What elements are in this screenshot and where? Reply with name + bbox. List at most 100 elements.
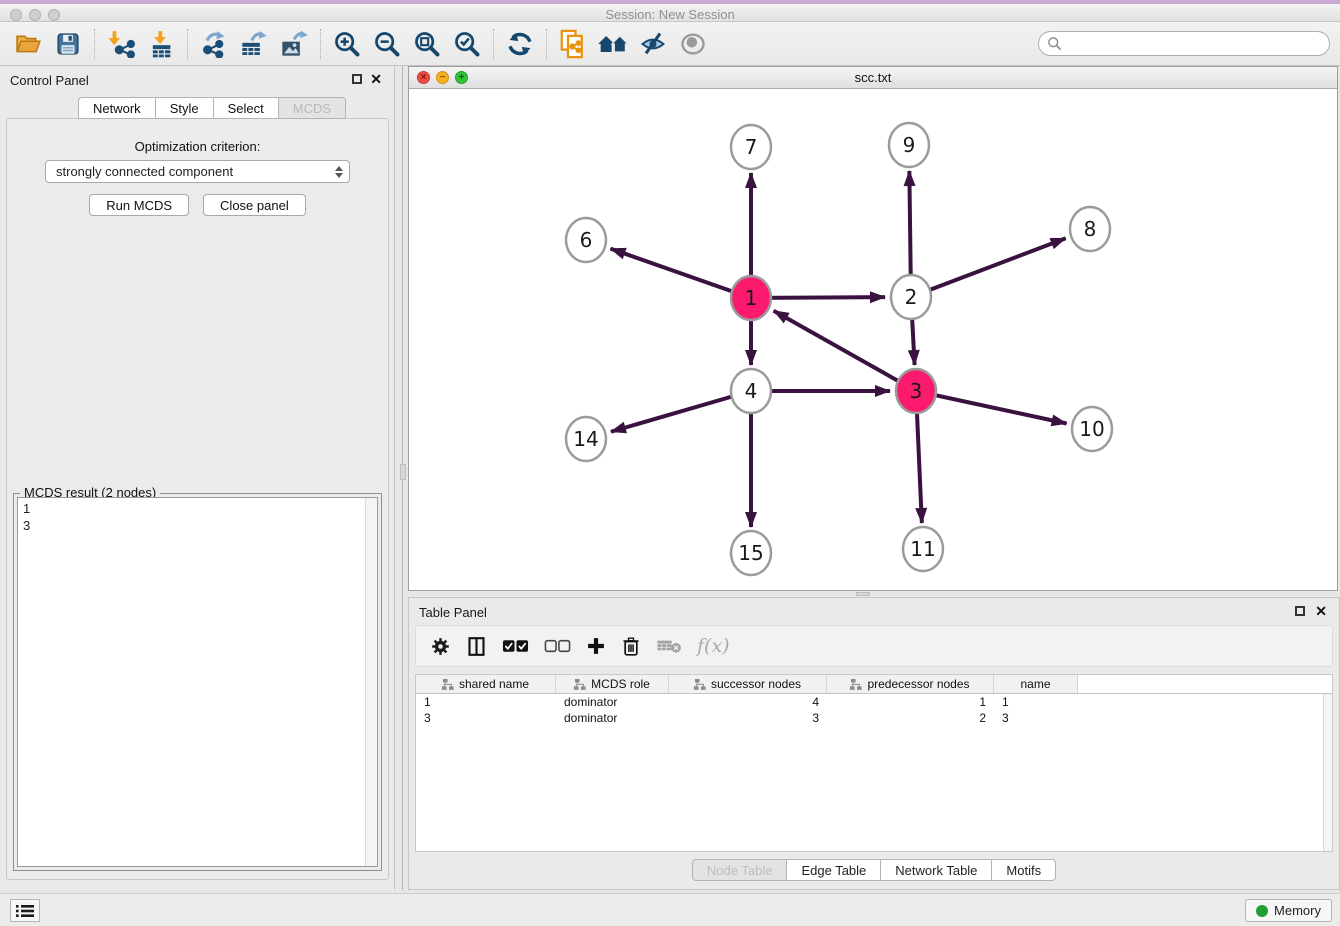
- tab-select[interactable]: Select: [213, 97, 278, 119]
- run-mcds-button[interactable]: Run MCDS: [89, 194, 189, 216]
- home-layout-button[interactable]: [593, 26, 633, 62]
- cell-shared-name[interactable]: 1: [416, 694, 556, 710]
- cell-predecessor-nodes[interactable]: 2: [827, 710, 994, 726]
- table-scrollbar[interactable]: [1323, 694, 1332, 851]
- network-window-titlebar[interactable]: × − + scc.txt: [409, 67, 1337, 89]
- node-table: shared name MCDS role successor nodes pr…: [415, 674, 1333, 852]
- tab-style[interactable]: Style: [155, 97, 213, 119]
- close-panel-button[interactable]: Close panel: [203, 194, 306, 216]
- delete-column-icon: [621, 636, 641, 657]
- tab-motifs[interactable]: Motifs: [991, 859, 1056, 881]
- zoom-in-button[interactable]: [327, 26, 367, 62]
- graph-node-8[interactable]: 8: [1070, 207, 1110, 251]
- table-panel: Table Panel ✕: [408, 597, 1340, 890]
- table-header-row: shared name MCDS role successor nodes pr…: [416, 675, 1332, 694]
- memory-button[interactable]: Memory: [1245, 899, 1332, 922]
- export-network-button[interactable]: [194, 26, 234, 62]
- list-icon: [16, 904, 34, 918]
- table-row[interactable]: 3 dominator 3 2 3: [416, 710, 1332, 726]
- column-header-successor-nodes[interactable]: successor nodes: [669, 675, 827, 693]
- search-box[interactable]: [1038, 31, 1330, 56]
- cell-mcds-role[interactable]: dominator: [556, 694, 669, 710]
- graph-edge-1-6[interactable]: [611, 249, 751, 298]
- float-panel-icon[interactable]: [352, 74, 362, 84]
- save-session-button[interactable]: [48, 26, 88, 62]
- delete-table-button[interactable]: [656, 638, 682, 654]
- cell-successor-nodes[interactable]: 4: [669, 694, 827, 710]
- graph-edge-2-8[interactable]: [911, 238, 1066, 297]
- zoom-fit-button[interactable]: [407, 26, 447, 62]
- cell-shared-name[interactable]: 3: [416, 710, 556, 726]
- gear-button[interactable]: [430, 636, 451, 657]
- cell-name[interactable]: 1: [994, 694, 1078, 710]
- svg-text:8: 8: [1084, 217, 1097, 241]
- graph-node-7[interactable]: 7: [731, 125, 771, 169]
- tab-mcds[interactable]: MCDS: [278, 97, 346, 119]
- hide-neighbors-button[interactable]: [633, 26, 673, 62]
- tab-node-table[interactable]: Node Table: [692, 859, 787, 881]
- column-header-shared-name[interactable]: shared name: [416, 675, 556, 693]
- graph-edge-3-1[interactable]: [774, 311, 916, 391]
- graph-node-4[interactable]: 4: [731, 369, 771, 413]
- column-header-predecessor-nodes[interactable]: predecessor nodes: [827, 675, 994, 693]
- import-network-button[interactable]: [101, 26, 141, 62]
- graph-node-9[interactable]: 9: [889, 123, 929, 167]
- function-builder-button[interactable]: f(x): [697, 635, 730, 657]
- memory-status-icon: [1256, 905, 1268, 917]
- control-panel-tabs: Network Style Select MCDS: [78, 97, 346, 119]
- graph-edge-4-14[interactable]: [611, 391, 751, 432]
- result-scrollbar[interactable]: [365, 498, 377, 866]
- tab-network[interactable]: Network: [78, 97, 155, 119]
- control-panel: Control Panel ✕ Network Style Select MCD…: [0, 66, 395, 890]
- mcds-result-group: MCDS result (2 nodes) 1 3: [13, 493, 382, 871]
- export-image-button[interactable]: [274, 26, 314, 62]
- task-history-button[interactable]: [10, 899, 40, 922]
- graph-node-14[interactable]: 14: [566, 417, 606, 461]
- tab-network-table[interactable]: Network Table: [880, 859, 991, 881]
- svg-text:14: 14: [573, 427, 598, 451]
- deselect-all-button[interactable]: [544, 639, 571, 653]
- graph-node-3[interactable]: 3: [896, 369, 936, 413]
- tree-icon: [850, 679, 862, 690]
- cell-successor-nodes[interactable]: 3: [669, 710, 827, 726]
- cell-mcds-role[interactable]: dominator: [556, 710, 669, 726]
- column-layout-button[interactable]: [466, 636, 487, 657]
- optimization-criterion-select[interactable]: strongly connected component: [45, 160, 350, 183]
- table-row[interactable]: 1 dominator 4 1 1: [416, 694, 1332, 710]
- graph-edge-3-10[interactable]: [916, 391, 1067, 424]
- refresh-button[interactable]: [500, 26, 540, 62]
- graph-node-6[interactable]: 6: [566, 218, 606, 262]
- mcds-result-box[interactable]: 1 3: [17, 497, 378, 867]
- close-panel-icon[interactable]: ✕: [1315, 603, 1327, 620]
- search-input[interactable]: [1062, 34, 1329, 54]
- graph-node-11[interactable]: 11: [903, 527, 943, 571]
- graph-node-1[interactable]: 1: [731, 276, 771, 320]
- add-column-button[interactable]: [586, 636, 606, 656]
- splitter-grip[interactable]: [400, 464, 406, 480]
- cell-predecessor-nodes[interactable]: 1: [827, 694, 994, 710]
- svg-text:1: 1: [745, 286, 758, 310]
- float-panel-icon[interactable]: [1295, 606, 1305, 616]
- network-canvas[interactable]: 7 9 6 8 1 2 4 3 14 10 15 11: [409, 89, 1337, 590]
- import-table-button[interactable]: [141, 26, 181, 62]
- zoom-selected-icon: [453, 30, 481, 58]
- network-graph: 7 9 6 8 1 2 4 3 14 10 15 11: [409, 89, 1337, 590]
- graph-node-15[interactable]: 15: [731, 531, 771, 575]
- graph-node-2[interactable]: 2: [891, 275, 931, 319]
- clone-network-button[interactable]: [553, 26, 593, 62]
- vertical-splitter[interactable]: [400, 66, 406, 890]
- column-header-name[interactable]: name: [994, 675, 1078, 693]
- export-table-button[interactable]: [234, 26, 274, 62]
- open-file-button[interactable]: [8, 26, 48, 62]
- tab-edge-table[interactable]: Edge Table: [786, 859, 880, 881]
- zoom-selected-button[interactable]: [447, 26, 487, 62]
- zoom-out-button[interactable]: [367, 26, 407, 62]
- delete-column-button[interactable]: [621, 636, 641, 657]
- graph-node-10[interactable]: 10: [1072, 407, 1112, 451]
- splitter-grip[interactable]: [856, 592, 870, 596]
- select-all-button[interactable]: [502, 639, 529, 653]
- cell-name[interactable]: 3: [994, 710, 1078, 726]
- column-header-mcds-role[interactable]: MCDS role: [556, 675, 669, 693]
- close-panel-icon[interactable]: ✕: [370, 71, 382, 88]
- show-neighbors-button[interactable]: [673, 26, 713, 62]
